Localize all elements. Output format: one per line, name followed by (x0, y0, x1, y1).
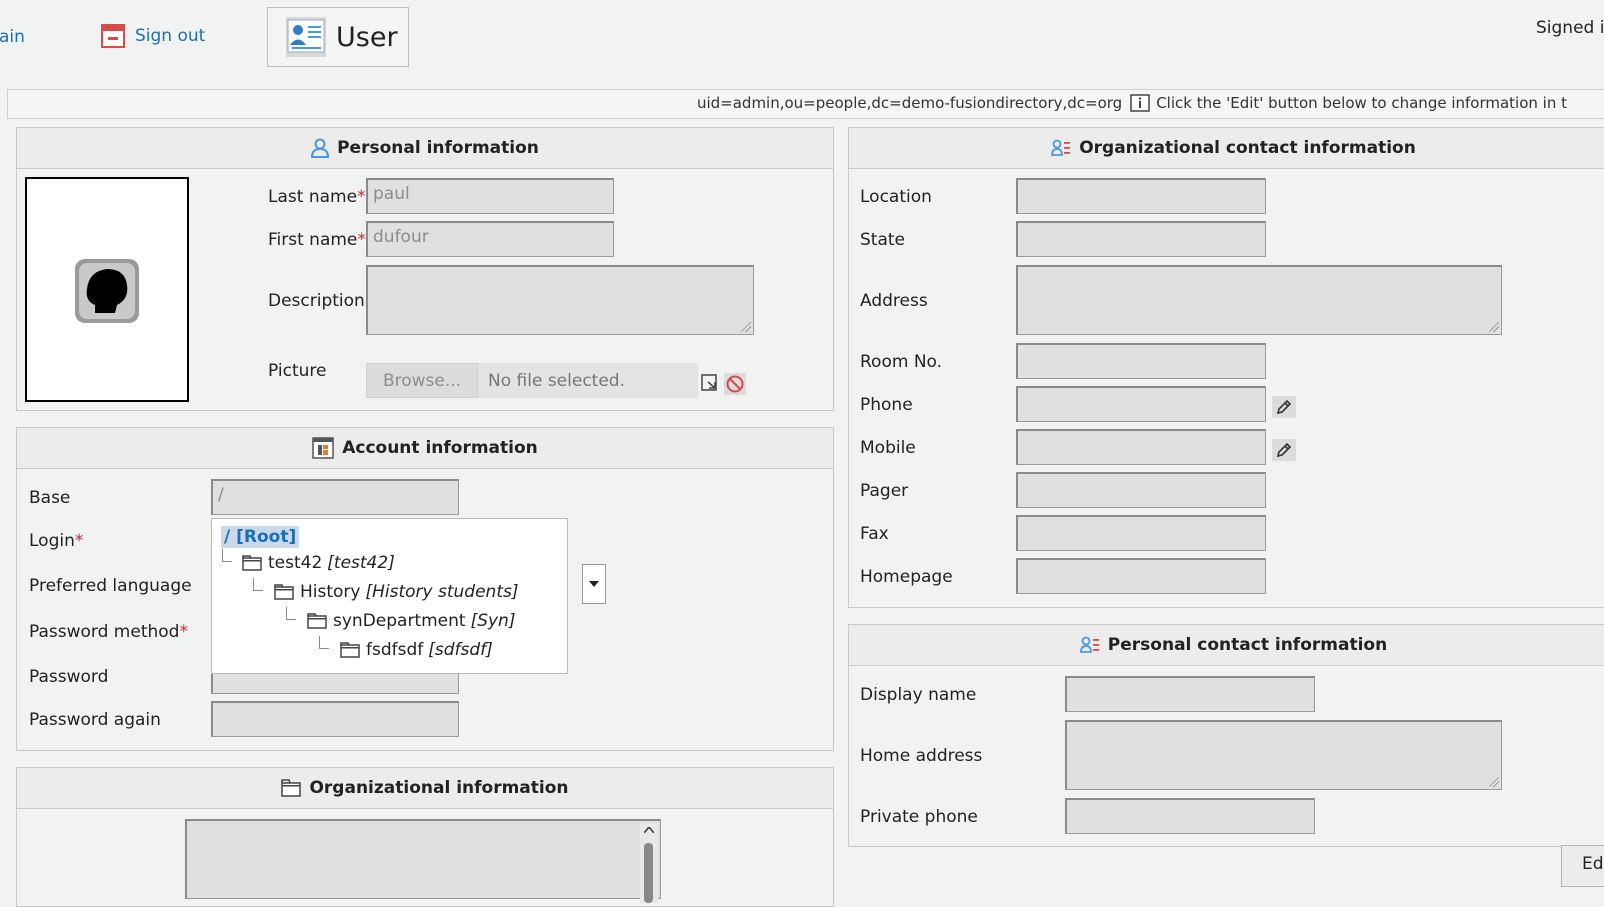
org-contact-title: Organizational contact information (1079, 138, 1416, 158)
first-name-field[interactable]: dufour (366, 221, 614, 257)
picture-label: Picture (268, 361, 327, 381)
account-info-header: Account information (17, 428, 833, 469)
personal-contact-header: Personal contact information (849, 625, 1604, 666)
tree-node[interactable]: test42 [test42] (242, 553, 395, 573)
phone-edit-button[interactable] (1272, 396, 1296, 418)
signout-link[interactable]: Sign out (101, 24, 205, 48)
homepage-label: Homepage (860, 567, 953, 587)
folder-icon (274, 584, 294, 600)
account-icon (312, 437, 334, 459)
person-icon (311, 138, 330, 158)
org-contact-header: Organizational contact information (849, 128, 1604, 169)
pencil-icon (1276, 442, 1292, 458)
folder-icon (307, 613, 327, 629)
homepage-field[interactable] (1016, 558, 1266, 594)
description-field[interactable] (366, 265, 754, 335)
folder-icon (281, 779, 302, 797)
signout-icon (101, 24, 125, 48)
pencil-icon (1276, 399, 1292, 415)
head-silhouette-icon (75, 259, 139, 323)
mobile-edit-button[interactable] (1272, 439, 1296, 461)
display-name-field[interactable] (1065, 676, 1315, 712)
user-card-icon (286, 17, 326, 57)
dn-bar: uid=admin,ou=people,dc=demo-fusiondirect… (7, 89, 1604, 119)
home-address-field[interactable] (1065, 720, 1502, 790)
password-again-label: Password again (29, 710, 161, 730)
personal-info-title: Personal information (337, 138, 539, 158)
pager-label: Pager (860, 481, 909, 501)
signed-in-text: Signed in (1536, 18, 1604, 38)
scrollbar-thumb[interactable] (644, 843, 653, 903)
password-label: Password (29, 667, 109, 687)
tree-node[interactable]: synDepartment [Syn] (307, 611, 515, 631)
last-name-field[interactable]: paul (366, 178, 614, 214)
phone-field[interactable] (1016, 386, 1266, 422)
main-link[interactable]: ain (0, 27, 25, 47)
edit-button[interactable]: Ed (1561, 845, 1604, 887)
first-name-label: First name* (268, 230, 366, 250)
tree-node[interactable]: fsdfsdf [sdfsdf] (340, 640, 493, 660)
address-label: Address (860, 291, 928, 311)
tree-root-node[interactable]: / [Root] (221, 526, 300, 548)
dn-text: uid=admin,ou=people,dc=demo-fusiondirect… (696, 94, 1123, 112)
info-icon (1130, 94, 1150, 112)
pager-field[interactable] (1016, 472, 1266, 508)
chevron-down-icon (589, 581, 599, 587)
remove-picture-icon[interactable] (724, 373, 746, 395)
private-phone-label: Private phone (860, 807, 978, 827)
account-info-title: Account information (342, 438, 538, 458)
state-field[interactable] (1016, 221, 1266, 257)
folder-icon (340, 642, 360, 658)
folder-icon (242, 555, 262, 571)
organizational-info-header: Organizational information (17, 768, 833, 809)
chevron-up-icon[interactable] (644, 827, 654, 833)
phone-label: Phone (860, 395, 913, 415)
mobile-label: Mobile (860, 438, 916, 458)
base-tree-dropdown[interactable]: / [Root] test42 [test42] History [History … (211, 518, 568, 674)
language-dropdown-toggle[interactable] (582, 564, 606, 604)
fax-field[interactable] (1016, 515, 1266, 551)
home-address-label: Home address (860, 746, 983, 766)
contact-icon (1079, 636, 1099, 653)
tree-node[interactable]: History [History students] (274, 582, 518, 602)
mobile-field[interactable] (1016, 429, 1266, 465)
personal-contact-title: Personal contact information (1107, 635, 1388, 655)
state-label: State (860, 230, 905, 250)
last-name-label: Last name* (268, 187, 366, 207)
tab-user[interactable]: User (267, 7, 409, 67)
location-label: Location (860, 187, 932, 207)
upload-icon[interactable] (700, 373, 720, 393)
tab-user-label: User (336, 21, 398, 53)
description-label: Description (268, 291, 365, 311)
private-phone-field[interactable] (1065, 798, 1315, 834)
room-field[interactable] (1016, 343, 1266, 379)
login-label: Login* (29, 531, 84, 551)
fax-label: Fax (860, 524, 889, 544)
password-method-label: Password method* (29, 622, 188, 642)
base-field[interactable]: / (211, 479, 459, 515)
room-label: Room No. (860, 352, 943, 372)
organizational-address-field[interactable] (185, 819, 661, 903)
address-field[interactable] (1016, 265, 1502, 335)
browse-button[interactable]: Browse... (366, 363, 478, 398)
personal-info-header: Personal information (17, 128, 833, 169)
dn-hint: Click the 'Edit' button below to change … (1156, 94, 1567, 112)
location-field[interactable] (1016, 178, 1266, 214)
signout-label[interactable]: Sign out (135, 26, 205, 46)
organizational-info-title: Organizational information (309, 778, 569, 798)
file-status: No file selected. (478, 363, 698, 398)
contact-icon (1051, 139, 1071, 156)
preferred-language-label: Preferred language (29, 576, 192, 596)
display-name-label: Display name (860, 685, 977, 705)
password-again-field[interactable] (211, 701, 459, 737)
user-picture (25, 177, 189, 402)
base-label: Base (29, 488, 71, 508)
